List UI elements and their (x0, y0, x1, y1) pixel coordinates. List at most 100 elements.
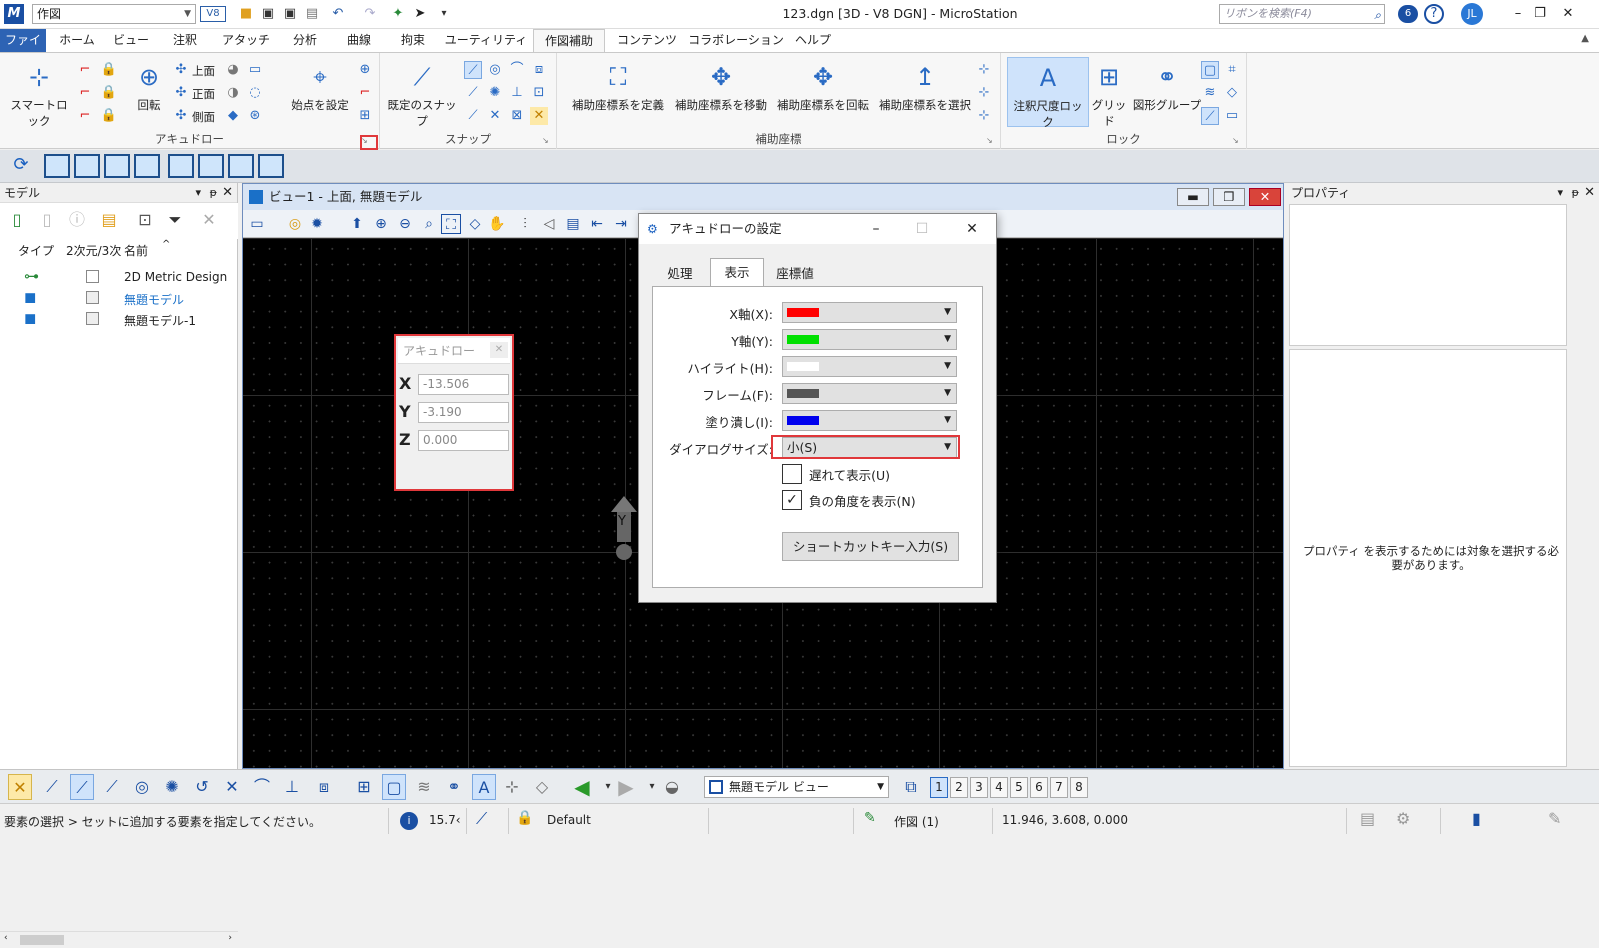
user-avatar[interactable]: JL (1461, 3, 1483, 25)
fit-view-icon[interactable]: ⛶ (441, 214, 461, 234)
pin-icon[interactable]: ᵽ (210, 183, 217, 203)
view-rotate-icon[interactable]: ⟳ (8, 154, 34, 178)
tab-view[interactable]: ビュー (108, 29, 154, 52)
intersection-snap-icon[interactable]: ✕ (220, 774, 244, 800)
import-model-icon[interactable]: ▤ (98, 209, 120, 231)
rotate-element-icon[interactable]: ◑ (224, 84, 242, 102)
right-view-cube-icon[interactable] (104, 154, 130, 178)
snap-keypoint-icon[interactable]: ⟋ (464, 61, 482, 79)
panel-menu-icon[interactable]: ▾ (1557, 183, 1563, 203)
next-view-icon[interactable]: ⇥ (611, 214, 631, 234)
customize-quick-access-icon[interactable]: ▾ (434, 4, 454, 24)
tab-attach[interactable]: アタッチ (216, 29, 276, 52)
close-icon[interactable]: ✕ (1560, 4, 1576, 24)
grid-lock-icon[interactable]: ⊞ (352, 774, 376, 800)
origin-tool-icon[interactable]: ⊕ (356, 61, 374, 79)
close-icon[interactable]: ✕ (949, 214, 995, 244)
v8-icon[interactable]: V8 (200, 6, 226, 22)
x-input[interactable]: -13.506 (418, 374, 509, 395)
rotate-axis-icon[interactable]: ◆ (224, 107, 242, 125)
rotate-3d-icon[interactable]: ◕ (224, 61, 242, 79)
tab-constraints[interactable]: 拘束 (390, 29, 436, 52)
smartlock-button[interactable]: ⊹ スマートロック (6, 61, 72, 129)
define-acs-button[interactable]: ⛶ 補助座標系を定義 (565, 61, 671, 113)
graphic-group-lock-icon[interactable]: ⚭ (442, 774, 466, 800)
view-1-button[interactable]: 1 (930, 777, 948, 798)
move-acs-button[interactable]: ✥ 補助座標系を移動 (671, 61, 771, 113)
active-level[interactable]: Default (547, 813, 591, 827)
workflow-select[interactable]: 作図 ▼ (32, 4, 196, 24)
view-7-button[interactable]: 7 (1050, 777, 1068, 798)
default-snap-button[interactable]: ⟋ 既定のスナップ (386, 61, 458, 129)
snap-multi-icon[interactable]: ✕ (530, 107, 548, 125)
update-view-icon[interactable]: ⬆ (347, 214, 367, 234)
tab-operation[interactable]: 処理 (655, 261, 705, 286)
front-view-icon[interactable]: ✣ (172, 84, 190, 102)
view-previous-icon[interactable]: ▤ (563, 214, 583, 234)
top-view-cube-icon[interactable] (44, 154, 70, 178)
snap-multi-icon[interactable]: ✕ (8, 774, 32, 800)
snap-box-icon[interactable]: ⧈ (312, 774, 336, 800)
design-history-icon[interactable]: ▤ (1360, 809, 1375, 828)
filter-icon[interactable]: ⏷ (164, 209, 186, 231)
level-lock-icon[interactable]: ≋ (412, 774, 436, 800)
acs-tool-icon[interactable]: ⊹ (975, 107, 993, 125)
tab-drawing-aids[interactable]: 作図補助 (533, 29, 605, 53)
close-icon[interactable]: ✕ (222, 183, 233, 203)
lighting-icon[interactable]: ✹ (307, 214, 327, 234)
left-view-cube-icon[interactable] (228, 154, 254, 178)
rotate-frame-icon[interactable]: ⊛ (246, 107, 264, 125)
acs-tool-icon[interactable]: ⊹ (975, 84, 993, 102)
snap-nearest-icon[interactable]: ⟋ (464, 84, 482, 102)
scroll-right-icon[interactable]: › (228, 933, 232, 943)
snap-lock-icon[interactable]: ⟋ (1201, 107, 1219, 125)
lock-icon[interactable]: 🔒 (100, 84, 118, 102)
view-4-button[interactable]: 4 (990, 777, 1008, 798)
top-view-icon[interactable]: ✣ (172, 61, 190, 79)
lock-icon[interactable]: 🔒 (100, 61, 118, 79)
graphic-group-button[interactable]: ⚭ 図形グループ (1131, 61, 1203, 113)
model-properties-icon[interactable]: ⓘ (66, 209, 88, 231)
save-all-icon[interactable]: ▣ (280, 4, 300, 24)
walk-icon[interactable]: ⫶ (515, 214, 535, 234)
window-area-icon[interactable]: ⌕ (419, 214, 439, 234)
select-arrow-icon[interactable]: ➤ (410, 4, 430, 24)
forward-arrow-icon[interactable]: ▶ (614, 774, 638, 800)
view-minimize-icon[interactable]: ▬ (1177, 188, 1209, 206)
help-icon[interactable]: ? (1424, 4, 1444, 24)
snap-tangent-icon[interactable]: ⊡ (530, 84, 548, 102)
restore-icon[interactable]: ❐ (1532, 4, 1548, 24)
acs-lock-icon[interactable]: ⊹ (500, 774, 524, 800)
column-dimension[interactable]: 2次元/3次 (66, 242, 122, 259)
zoom-in-icon[interactable]: ⊕ (371, 214, 391, 234)
midpoint-snap-icon[interactable]: ⟋ (100, 774, 124, 800)
view-2-button[interactable]: 2 (950, 777, 968, 798)
pin-icon[interactable]: ✦ (388, 4, 408, 24)
keypoint-snap-icon[interactable]: ⟋ (70, 774, 94, 800)
snap-perpendicular-icon[interactable]: ⊥ (508, 84, 526, 102)
snap-box-icon[interactable]: ⧈ (530, 61, 548, 79)
snap-center-icon[interactable]: ◎ (486, 61, 504, 79)
boresite-lock-icon[interactable]: ▢ (1201, 61, 1219, 79)
column-name[interactable]: 名前 (124, 242, 148, 259)
association-lock-icon[interactable]: ◇ (1223, 84, 1241, 102)
maximize-icon[interactable]: ☐ (899, 214, 945, 244)
unit-lock-icon[interactable]: ⌗ (1223, 61, 1241, 79)
iso-view-cube-icon[interactable] (134, 154, 160, 178)
annotation-scale-lock-icon[interactable]: A (472, 774, 496, 800)
scroll-left-icon[interactable]: ‹ (4, 933, 8, 943)
negative-angle-checkbox[interactable]: ✓ (782, 490, 802, 510)
tab-display[interactable]: 表示 (710, 258, 764, 287)
previous-view-icon[interactable]: ⇤ (587, 214, 607, 234)
file-status-icon[interactable]: ▮ (1472, 809, 1481, 828)
select-acs-button[interactable]: ↥ 補助座標系を選択 (875, 61, 975, 113)
snap-arc-icon[interactable]: ⌒ (508, 61, 526, 79)
snap-mode-icon[interactable]: ⟋ (476, 809, 487, 829)
horizontal-scrollbar[interactable]: ‹ › (0, 931, 238, 948)
side-view-icon[interactable]: ✣ (172, 107, 190, 125)
side-label[interactable]: 側面 (192, 109, 215, 125)
view-6-button[interactable]: 6 (1030, 777, 1048, 798)
pan-view-icon[interactable]: ✋ (487, 214, 507, 234)
lock-icon[interactable]: 🔒 (516, 810, 533, 826)
back-arrow-icon[interactable]: ◀ (570, 774, 594, 800)
